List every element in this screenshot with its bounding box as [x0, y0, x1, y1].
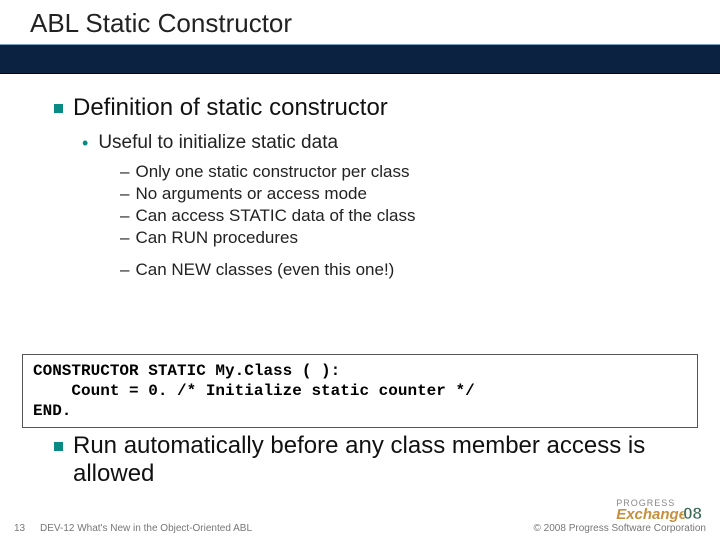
title-underline-bar [0, 44, 720, 74]
title-area: ABL Static Constructor [0, 0, 720, 72]
point-4: Can RUN procedures [135, 228, 298, 248]
bullet-level3: – Can RUN procedures [120, 228, 690, 248]
content-block-2: Run automatically before any class membe… [54, 432, 690, 498]
dot-bullet-icon: • [82, 132, 88, 154]
bullet-level3: – No arguments or access mode [120, 184, 690, 204]
page-number: 13 [14, 523, 25, 534]
point-5: Can NEW classes (even this one!) [135, 260, 394, 280]
bullet-level1: Definition of static constructor [54, 94, 690, 122]
code-text: CONSTRUCTOR STATIC My.Class ( ): Count =… [33, 362, 475, 420]
point-1: Only one static constructor per class [135, 162, 409, 182]
dash-bullet-icon: – [120, 260, 129, 280]
footer: 13 DEV-12 What's New in the Object-Orien… [0, 514, 720, 536]
square-bullet-icon [54, 442, 63, 451]
section1-sub: Useful to initialize static data [98, 132, 338, 154]
square-bullet-icon [54, 104, 63, 113]
dash-bullet-icon: – [120, 162, 129, 182]
content-block-1: Definition of static constructor • Usefu… [54, 94, 690, 282]
dash-bullet-icon: – [120, 228, 129, 248]
section1-heading: Definition of static constructor [73, 94, 388, 122]
code-block: CONSTRUCTOR STATIC My.Class ( ): Count =… [22, 354, 698, 428]
dash-bullet-icon: – [120, 206, 129, 226]
dash-bullet-icon: – [120, 184, 129, 204]
bullet-level2: • Useful to initialize static data [82, 132, 690, 154]
footer-title: DEV-12 What's New in the Object-Oriented… [40, 523, 252, 534]
section2-heading: Run automatically before any class membe… [73, 432, 690, 488]
slide-title: ABL Static Constructor [30, 8, 292, 39]
bullet-level3: – Only one static constructor per class [120, 162, 690, 182]
point-3: Can access STATIC data of the class [135, 206, 415, 226]
bullet-level1: Run automatically before any class membe… [54, 432, 690, 488]
point-2: No arguments or access mode [135, 184, 367, 204]
copyright-text: © 2008 Progress Software Corporation [534, 523, 706, 534]
bullet-level3: – Can access STATIC data of the class [120, 206, 690, 226]
bullet-level3: – Can NEW classes (even this one!) [120, 260, 690, 280]
